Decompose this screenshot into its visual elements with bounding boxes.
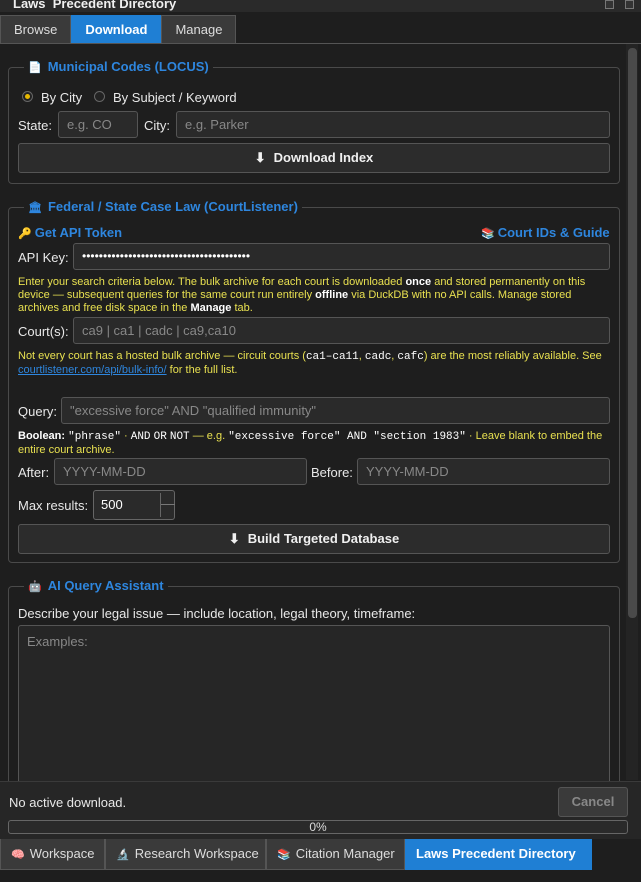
tab-download[interactable]: Download [71,15,162,43]
tab-laws-precedent-directory[interactable]: Laws Precedent Directory [405,839,592,870]
bottom-tab-bar: 🧠 Workspace 🔬 Research Workspace 📚 Citation… [0,839,641,882]
tab-citation-manager[interactable]: 📚 Citation Manager [266,839,405,870]
before-label: Before: [311,465,353,480]
top-tab-bar: Browse Download Manage [0,15,237,43]
max-results-label: Max results: [18,498,89,513]
books-icon: 📚 [277,849,291,861]
ai-assistant-title: 🤖 AI Query Assistant [24,578,168,593]
get-api-token-link[interactable]: 🔑 Get API Token [18,225,122,240]
city-input[interactable]: e.g. Parker [176,111,610,138]
cancel-button[interactable]: Cancel [558,787,628,817]
close-window-icon[interactable] [625,0,634,9]
boolean-syntax-note: Boolean: "phrase" · AND OR NOT — e.g. "e… [18,430,603,456]
progress-label: 0% [309,820,327,834]
ai-issue-textarea[interactable]: Examples: [18,625,610,781]
microscope-icon: 🔬 [116,849,130,861]
tab-manage[interactable]: Manage [161,15,237,43]
city-label: City: [144,118,170,133]
download-panel: 📄 Municipal Codes (LOCUS) By City By Subj… [0,43,641,781]
after-date-input[interactable]: YYYY-MM-DD [54,458,307,485]
download-status-area: No active download. Cancel 0% [0,781,641,839]
tab-workspace[interactable]: 🧠 Workspace [0,839,105,870]
municipal-codes-title: 📄 Municipal Codes (LOCUS) [24,59,213,74]
download-arrow-icon: ⬇ [228,531,240,546]
courts-label: Court(s): [18,324,69,339]
float-window-icon[interactable] [605,0,614,9]
by-city-radio[interactable] [22,91,33,102]
by-city-label: By City [41,90,83,105]
ai-assistant-group: 🤖 AI Query Assistant Describe your legal … [8,578,620,781]
books-icon: 📚 [481,228,495,240]
state-label: State: [18,118,52,133]
api-key-input[interactable]: •••••••••••••••••••••••••••••••••••••••• [73,243,610,270]
bulk-availability-note: Not every court has a hosted bulk archiv… [18,350,602,376]
max-results-value: 500 [101,497,123,512]
robot-icon: 🤖 [28,581,42,593]
case-law-group: 🏛 Federal / State Case Law (CourtListener… [8,199,620,563]
after-label: After: [18,465,50,480]
before-date-input[interactable]: YYYY-MM-DD [357,458,610,485]
window-title-bar: Laws Precedent Directory [0,0,641,12]
courts-input[interactable]: ca9 | ca1 | cadc | ca9,ca10 [73,317,610,344]
courthouse-icon: 🏛 [28,202,42,214]
build-targeted-database-button[interactable]: ⬇ Build Targeted Database [18,524,610,554]
download-arrow-icon: ⬇ [254,150,266,165]
api-key-label: API Key: [18,250,69,265]
max-results-spinbox[interactable]: 500 [93,490,175,520]
by-subject-radio[interactable] [94,91,105,102]
brain-icon: 🧠 [11,849,25,861]
state-input[interactable]: e.g. CO [58,111,138,138]
ai-prompt-label: Describe your legal issue — include loca… [18,606,416,621]
query-input[interactable]: "excessive force" AND "qualified immunit… [61,397,610,424]
spin-arrows-icon[interactable] [160,493,175,517]
query-label: Query: [18,404,58,419]
municipal-codes-group: 📄 Municipal Codes (LOCUS) By City By Subj… [8,59,620,184]
download-index-button[interactable]: ⬇ Download Index [18,143,610,173]
download-status-text: No active download. [9,795,127,810]
scrollbar-thumb[interactable] [628,48,637,618]
window-title: Laws Precedent Directory [13,0,177,11]
bulk-info-link[interactable]: courtlistener.com/api/bulk-info/ [18,364,167,376]
document-icon: 📄 [28,62,42,74]
key-icon: 🔑 [18,228,32,240]
tab-browse[interactable]: Browse [0,15,72,43]
download-progress-bar: 0% [8,820,628,834]
court-ids-guide-link[interactable]: 📚 Court IDs & Guide [481,225,610,240]
case-law-title: 🏛 Federal / State Case Law (CourtListener… [24,199,302,214]
bulk-archive-info: Enter your search criteria below. The bu… [18,276,586,314]
by-subject-label: By Subject / Keyword [113,90,237,105]
tab-research-workspace[interactable]: 🔬 Research Workspace [105,839,266,870]
